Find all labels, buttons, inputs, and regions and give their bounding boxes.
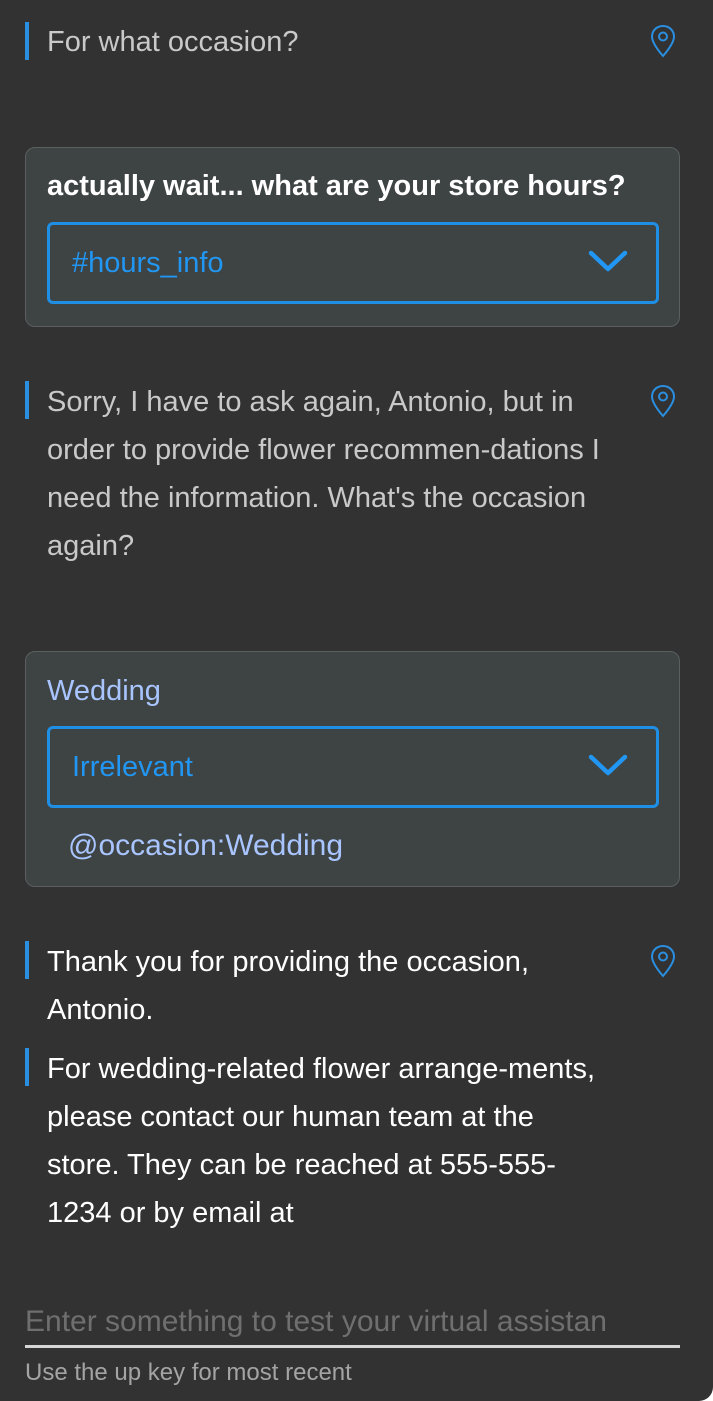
location-pin-icon[interactable] — [650, 384, 676, 418]
user-message-text: Wedding — [47, 675, 161, 707]
try-it-panel: For what occasion? actually wait... what… — [0, 0, 713, 1401]
location-pin-icon[interactable] — [650, 944, 676, 978]
test-input[interactable] — [25, 1298, 680, 1348]
intent-select[interactable]: #hours_info — [47, 222, 659, 304]
intent-value: Irrelevant — [72, 751, 193, 783]
bot-message-text: For what occasion? — [47, 26, 299, 58]
intent-select[interactable]: Irrelevant — [47, 726, 659, 808]
message-bar — [25, 381, 29, 419]
message-bar — [25, 22, 29, 60]
bot-message-text: For wedding-related flower arrange-ments… — [47, 1053, 596, 1229]
entity-tag[interactable]: @occasion:Wedding — [68, 828, 343, 864]
chevron-down-icon — [588, 250, 628, 272]
message-bar — [25, 1048, 29, 1086]
location-pin-icon[interactable] — [650, 24, 676, 58]
user-message: Wedding Irrelevant @occasion:Wedding — [25, 651, 680, 887]
bot-message-text: Thank you for providing the occasion, An… — [47, 946, 529, 1026]
input-hint: Use the up key for most recent — [25, 1359, 352, 1386]
chevron-down-icon — [588, 754, 628, 776]
bot-message: For what occasion? — [25, 22, 645, 66]
intent-value: #hours_info — [72, 247, 224, 279]
user-message: actually wait... what are your store hou… — [25, 147, 680, 327]
message-bar — [25, 941, 29, 979]
bot-message: For wedding-related flower arrange-ments… — [25, 1048, 645, 1237]
bot-message: Thank you for providing the occasion, An… — [25, 941, 645, 1034]
bot-message-text: Sorry, I have to ask again, Antonio, but… — [47, 386, 600, 562]
bot-message: Sorry, I have to ask again, Antonio, but… — [25, 381, 645, 570]
user-message-text: actually wait... what are your store hou… — [47, 170, 626, 202]
